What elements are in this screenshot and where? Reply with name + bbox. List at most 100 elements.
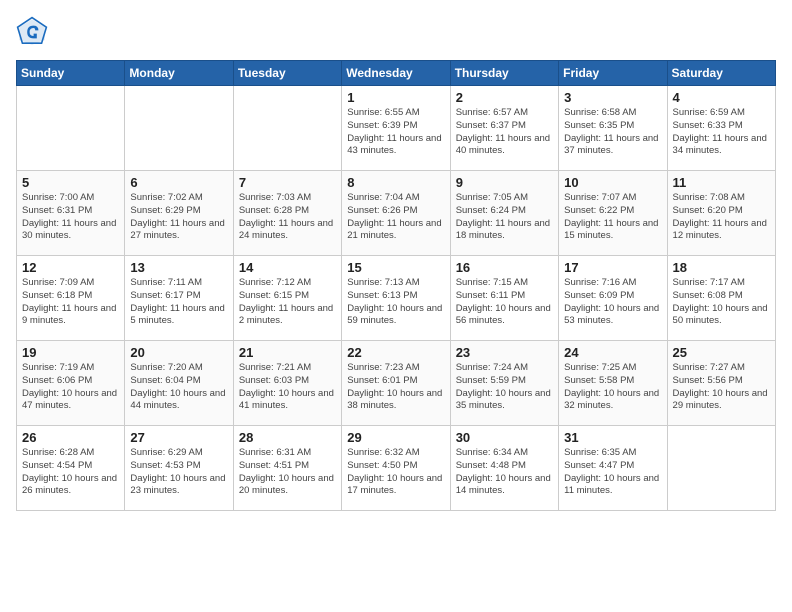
- day-number: 10: [564, 175, 661, 190]
- day-number: 23: [456, 345, 553, 360]
- calendar-cell: 13 Sunrise: 7:11 AM Sunset: 6:17 PM Dayli…: [125, 256, 233, 341]
- day-number: 29: [347, 430, 444, 445]
- day-number: 25: [673, 345, 770, 360]
- calendar-cell: 11Sunrise: 7:08 AM Sunset: 6:20 PM Dayli…: [667, 171, 775, 256]
- day-info: Sunrise: 6:32 AM Sunset: 4:50 PM Dayligh…: [347, 447, 444, 498]
- calendar-cell: 2Sunrise: 6:57 AM Sunset: 6:37 PM Daylig…: [450, 86, 558, 171]
- day-number: 26: [22, 430, 119, 445]
- calendar-cell: 20Sunrise: 7:20 AM Sunset: 6:04 PM Dayli…: [125, 341, 233, 426]
- calendar-cell: 16 Sunrise: 7:15 AM Sunset: 6:11 PM Dayli…: [450, 256, 558, 341]
- calendar-week-3: 12 Sunrise: 7:09 AM Sunset: 6:18 PM Dayli…: [17, 256, 776, 341]
- day-info: Sunrise: 7:25 AM Sunset: 5:58 PM Dayligh…: [564, 362, 661, 413]
- day-info: Sunrise: 6:58 AM Sunset: 6:35 PM Dayligh…: [564, 107, 661, 158]
- day-number: 9: [456, 175, 553, 190]
- column-header-wednesday: Wednesday: [342, 61, 450, 86]
- day-info: Sunrise: 7:23 AM Sunset: 6:01 PM Dayligh…: [347, 362, 444, 413]
- day-info: Sunrise: 7:12 AM Sunset: 6:15 PM Dayligh…: [239, 277, 336, 328]
- day-number: 22: [347, 345, 444, 360]
- day-number: 15: [347, 260, 444, 275]
- day-info: Sunrise: 6:28 AM Sunset: 4:54 PM Dayligh…: [22, 447, 119, 498]
- calendar-cell: 31Sunrise: 6:35 AM Sunset: 4:47 PM Dayli…: [559, 426, 667, 511]
- day-number: 17: [564, 260, 661, 275]
- logo-icon: [16, 16, 48, 48]
- calendar-week-4: 19 Sunrise: 7:19 AM Sunset: 6:06 PM Dayli…: [17, 341, 776, 426]
- day-number: 14: [239, 260, 336, 275]
- day-number: 18: [673, 260, 770, 275]
- calendar-cell: 9 Sunrise: 7:05 AM Sunset: 6:24 PM Daylig…: [450, 171, 558, 256]
- calendar-cell: [17, 86, 125, 171]
- day-info: Sunrise: 7:08 AM Sunset: 6:20 PM Dayligh…: [673, 192, 770, 243]
- calendar-cell: 24 Sunrise: 7:25 AM Sunset: 5:58 PM Dayli…: [559, 341, 667, 426]
- day-info: Sunrise: 7:13 AM Sunset: 6:13 PM Dayligh…: [347, 277, 444, 328]
- day-number: 12: [22, 260, 119, 275]
- calendar-cell: 26 Sunrise: 6:28 AM Sunset: 4:54 PM Dayli…: [17, 426, 125, 511]
- calendar-header-row: SundayMondayTuesdayWednesdayThursdayFrid…: [17, 61, 776, 86]
- day-number: 19: [22, 345, 119, 360]
- day-number: 13: [130, 260, 227, 275]
- day-info: Sunrise: 7:00 AM Sunset: 6:31 PM Dayligh…: [22, 192, 119, 243]
- calendar-cell: [125, 86, 233, 171]
- calendar-cell: 21 Sunrise: 7:21 AM Sunset: 6:03 PM Dayli…: [233, 341, 341, 426]
- calendar-cell: [667, 426, 775, 511]
- calendar-week-2: 5Sunrise: 7:00 AM Sunset: 6:31 PM Daylig…: [17, 171, 776, 256]
- column-header-saturday: Saturday: [667, 61, 775, 86]
- calendar-cell: 7 Sunrise: 7:03 AM Sunset: 6:28 PM Daylig…: [233, 171, 341, 256]
- day-info: Sunrise: 6:31 AM Sunset: 4:51 PM Dayligh…: [239, 447, 336, 498]
- column-header-monday: Monday: [125, 61, 233, 86]
- day-info: Sunrise: 7:04 AM Sunset: 6:26 PM Dayligh…: [347, 192, 444, 243]
- day-number: 3: [564, 90, 661, 105]
- day-info: Sunrise: 7:16 AM Sunset: 6:09 PM Dayligh…: [564, 277, 661, 328]
- day-info: Sunrise: 7:11 AM Sunset: 6:17 PM Dayligh…: [130, 277, 227, 328]
- calendar-cell: 29 Sunrise: 6:32 AM Sunset: 4:50 PM Dayli…: [342, 426, 450, 511]
- calendar-cell: 23 Sunrise: 7:24 AM Sunset: 5:59 PM Dayli…: [450, 341, 558, 426]
- day-info: Sunrise: 7:15 AM Sunset: 6:11 PM Dayligh…: [456, 277, 553, 328]
- calendar-cell: 5Sunrise: 7:00 AM Sunset: 6:31 PM Daylig…: [17, 171, 125, 256]
- calendar-cell: 14 Sunrise: 7:12 AM Sunset: 6:15 PM Dayli…: [233, 256, 341, 341]
- calendar-cell: 30 Sunrise: 6:34 AM Sunset: 4:48 PM Dayli…: [450, 426, 558, 511]
- column-header-thursday: Thursday: [450, 61, 558, 86]
- day-number: 2: [456, 90, 553, 105]
- day-info: Sunrise: 7:17 AM Sunset: 6:08 PM Dayligh…: [673, 277, 770, 328]
- calendar-cell: 27 Sunrise: 6:29 AM Sunset: 4:53 PM Dayli…: [125, 426, 233, 511]
- day-info: Sunrise: 7:21 AM Sunset: 6:03 PM Dayligh…: [239, 362, 336, 413]
- day-number: 16: [456, 260, 553, 275]
- calendar-cell: 22 Sunrise: 7:23 AM Sunset: 6:01 PM Dayli…: [342, 341, 450, 426]
- calendar-cell: 3 Sunrise: 6:58 AM Sunset: 6:35 PM Daylig…: [559, 86, 667, 171]
- calendar-cell: 12 Sunrise: 7:09 AM Sunset: 6:18 PM Dayli…: [17, 256, 125, 341]
- day-info: Sunrise: 7:09 AM Sunset: 6:18 PM Dayligh…: [22, 277, 119, 328]
- day-number: 30: [456, 430, 553, 445]
- day-info: Sunrise: 7:05 AM Sunset: 6:24 PM Dayligh…: [456, 192, 553, 243]
- day-number: 8: [347, 175, 444, 190]
- day-info: Sunrise: 6:59 AM Sunset: 6:33 PM Dayligh…: [673, 107, 770, 158]
- day-number: 28: [239, 430, 336, 445]
- day-number: 7: [239, 175, 336, 190]
- day-info: Sunrise: 7:24 AM Sunset: 5:59 PM Dayligh…: [456, 362, 553, 413]
- calendar-cell: 19 Sunrise: 7:19 AM Sunset: 6:06 PM Dayli…: [17, 341, 125, 426]
- calendar-cell: 4Sunrise: 6:59 AM Sunset: 6:33 PM Daylig…: [667, 86, 775, 171]
- calendar-cell: 25Sunrise: 7:27 AM Sunset: 5:56 PM Dayli…: [667, 341, 775, 426]
- day-number: 20: [130, 345, 227, 360]
- day-number: 27: [130, 430, 227, 445]
- calendar-week-1: 1Sunrise: 6:55 AM Sunset: 6:39 PM Daylig…: [17, 86, 776, 171]
- logo: [16, 16, 52, 48]
- calendar-cell: 8 Sunrise: 7:04 AM Sunset: 6:26 PM Daylig…: [342, 171, 450, 256]
- calendar-table: SundayMondayTuesdayWednesdayThursdayFrid…: [16, 60, 776, 511]
- day-number: 31: [564, 430, 661, 445]
- page-header: [16, 16, 776, 48]
- calendar-cell: [233, 86, 341, 171]
- day-info: Sunrise: 6:29 AM Sunset: 4:53 PM Dayligh…: [130, 447, 227, 498]
- calendar-cell: 1Sunrise: 6:55 AM Sunset: 6:39 PM Daylig…: [342, 86, 450, 171]
- column-header-tuesday: Tuesday: [233, 61, 341, 86]
- day-number: 21: [239, 345, 336, 360]
- day-info: Sunrise: 7:03 AM Sunset: 6:28 PM Dayligh…: [239, 192, 336, 243]
- calendar-cell: 15 Sunrise: 7:13 AM Sunset: 6:13 PM Dayli…: [342, 256, 450, 341]
- day-info: Sunrise: 7:19 AM Sunset: 6:06 PM Dayligh…: [22, 362, 119, 413]
- column-header-sunday: Sunday: [17, 61, 125, 86]
- day-info: Sunrise: 6:34 AM Sunset: 4:48 PM Dayligh…: [456, 447, 553, 498]
- day-number: 24: [564, 345, 661, 360]
- calendar-cell: 28 Sunrise: 6:31 AM Sunset: 4:51 PM Dayli…: [233, 426, 341, 511]
- day-info: Sunrise: 6:55 AM Sunset: 6:39 PM Dayligh…: [347, 107, 444, 158]
- day-info: Sunrise: 7:07 AM Sunset: 6:22 PM Dayligh…: [564, 192, 661, 243]
- calendar-cell: 18 Sunrise: 7:17 AM Sunset: 6:08 PM Dayli…: [667, 256, 775, 341]
- column-header-friday: Friday: [559, 61, 667, 86]
